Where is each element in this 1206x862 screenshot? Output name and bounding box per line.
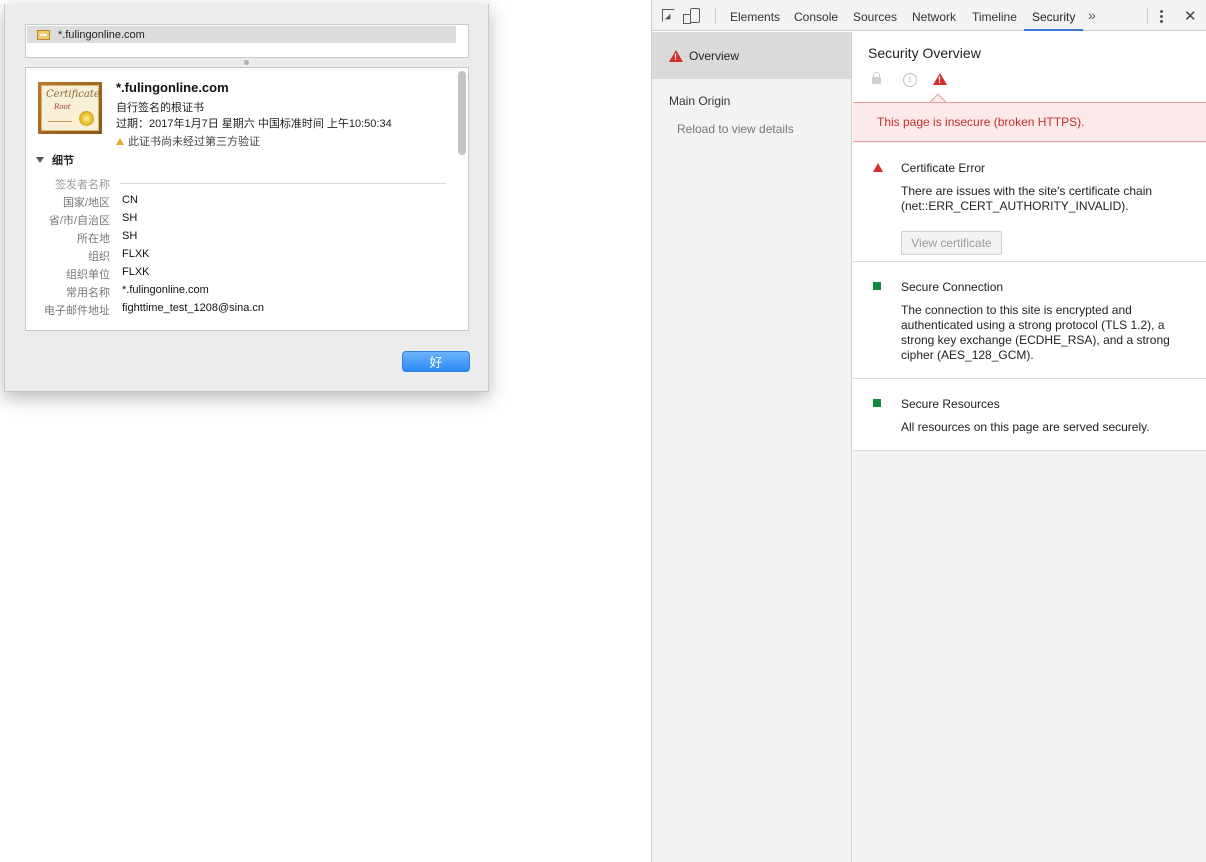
- issuer-section-header: 签发者名称: [26, 176, 446, 191]
- field-key: 国家/地区: [62, 197, 110, 209]
- insecure-banner: This page is insecure (broken HTTPS).: [853, 102, 1206, 142]
- certificate-dialog: *.fulingonline.com Certificate Root *.fu…: [4, 4, 489, 392]
- seal-icon: [79, 111, 94, 126]
- card-title: Secure Connection: [901, 280, 1004, 294]
- split-resize-handle[interactable]: [244, 60, 249, 65]
- secure-square-icon: [873, 399, 881, 407]
- field-value: SH: [122, 230, 138, 242]
- certificate-error-card: Certificate Error There are issues with …: [853, 143, 1206, 262]
- section-label: 签发者名称: [55, 179, 110, 191]
- secure-connection-card: Secure Connection The connection to this…: [853, 262, 1206, 379]
- security-state-icons: i: [870, 72, 960, 91]
- tab-timeline[interactable]: Timeline: [972, 0, 1017, 31]
- card-title: Certificate Error: [901, 161, 986, 175]
- tab-elements[interactable]: Elements: [730, 0, 780, 31]
- devtools-toolbar: Elements Console Sources Network Timelin…: [652, 0, 1206, 31]
- lock-icon: [872, 72, 881, 84]
- devtools-panel: Elements Console Sources Network Timelin…: [651, 0, 1206, 862]
- field-value: FLXK: [122, 248, 150, 260]
- field-key: 电子邮件地址: [44, 305, 110, 317]
- page-title: Security Overview: [868, 45, 981, 61]
- secure-square-icon: [873, 282, 881, 290]
- field-row: 所在地 SH: [26, 230, 446, 246]
- certificate-list[interactable]: *.fulingonline.com: [25, 24, 469, 58]
- field-value: *.fulingonline.com: [122, 284, 209, 296]
- secure-resources-card: Secure Resources All resources on this p…: [853, 379, 1206, 451]
- security-sidebar: Overview Main Origin Reload to view deta…: [652, 32, 852, 862]
- screen: *.fulingonline.com Certificate Root *.fu…: [0, 0, 1206, 862]
- certificate-expiry: 过期：2017年1月7日 星期六 中国标准时间 上午10:50:34: [116, 118, 392, 130]
- certificate-details-panel[interactable]: Certificate Root *.fulingonline.com 自行签名…: [25, 67, 469, 331]
- field-key: 常用名称: [66, 287, 110, 299]
- certificate-icon: [37, 29, 50, 40]
- field-row: 省/市/自治区 SH: [26, 212, 446, 228]
- sidebar-section-main-origin: Main Origin: [669, 94, 731, 108]
- section-divider: [120, 183, 446, 184]
- disclosure-triangle-icon: [36, 157, 44, 163]
- field-row: 国家/地区 CN: [26, 194, 446, 210]
- certificate-list-item[interactable]: *.fulingonline.com: [27, 26, 456, 43]
- card-title: Secure Resources: [901, 397, 1000, 411]
- inspect-element-icon[interactable]: [662, 9, 675, 22]
- field-row: 电子邮件地址 fighttime_test_1208@sina.cn: [26, 302, 446, 318]
- field-value: fighttime_test_1208@sina.cn: [122, 302, 265, 314]
- field-key: 所在地: [77, 233, 110, 245]
- security-overview-main: Security Overview i This page is insecur…: [853, 32, 1206, 862]
- card-description: The connection to this site is encrypted…: [901, 303, 1170, 362]
- view-certificate-button[interactable]: View certificate: [901, 231, 1002, 255]
- field-row: 常用名称 *.fulingonline.com: [26, 284, 446, 300]
- certificate-image-subtext: Root: [54, 103, 71, 111]
- certificate-type: 自行签名的根证书: [116, 102, 204, 114]
- field-key: 省/市/自治区: [48, 215, 110, 227]
- overview-header: Security Overview i: [853, 32, 1206, 102]
- insecure-warning-icon: [669, 49, 683, 62]
- sidebar-item-label: Overview: [689, 48, 740, 63]
- certificate-warning: 此证书尚未经过第三方验证: [116, 133, 260, 149]
- customize-menu-icon[interactable]: [1160, 10, 1163, 24]
- certificate-image: Certificate Root: [38, 82, 102, 134]
- tab-security[interactable]: Security: [1023, 0, 1084, 31]
- toolbar-divider: [1147, 8, 1148, 24]
- info-icon: i: [903, 73, 917, 87]
- error-triangle-icon: [873, 163, 883, 172]
- details-scrollbar[interactable]: [458, 71, 466, 155]
- ok-button[interactable]: 好: [402, 351, 470, 372]
- tab-sources[interactable]: Sources: [853, 0, 897, 31]
- signature-line: [48, 121, 72, 122]
- field-key: 组织单位: [66, 269, 110, 281]
- field-row: 组织单位 FLXK: [26, 266, 446, 282]
- field-key: 组织: [88, 251, 110, 263]
- card-description: All resources on this page are served se…: [901, 420, 1150, 434]
- certificate-list-label: *.fulingonline.com: [58, 28, 145, 41]
- toolbar-divider: [715, 8, 716, 24]
- details-disclosure[interactable]: 细节: [36, 152, 74, 168]
- field-value: FLXK: [122, 266, 150, 278]
- field-row: 组织 FLXK: [26, 248, 446, 264]
- field-value: CN: [122, 194, 138, 206]
- sidebar-item-overview[interactable]: Overview: [652, 32, 851, 79]
- tab-network[interactable]: Network: [912, 0, 956, 31]
- certificate-warning-text: 此证书尚未经过第三方验证: [128, 136, 260, 148]
- device-toolbar-icon[interactable]: [683, 8, 700, 24]
- certificate-image-text: Certificate: [46, 89, 100, 100]
- tab-console[interactable]: Console: [794, 0, 838, 31]
- field-value: SH: [122, 212, 138, 224]
- more-tabs-chevron-icon[interactable]: »: [1088, 7, 1096, 23]
- warning-icon: [116, 137, 124, 145]
- certificate-name: *.fulingonline.com: [116, 80, 229, 95]
- details-label: 细节: [52, 155, 74, 167]
- sidebar-reload-hint: Reload to view details: [677, 122, 794, 136]
- card-description: There are issues with the site's certifi…: [901, 184, 1153, 213]
- close-devtools-icon[interactable]: ✕: [1184, 7, 1197, 25]
- insecure-triangle-icon: [933, 73, 953, 85]
